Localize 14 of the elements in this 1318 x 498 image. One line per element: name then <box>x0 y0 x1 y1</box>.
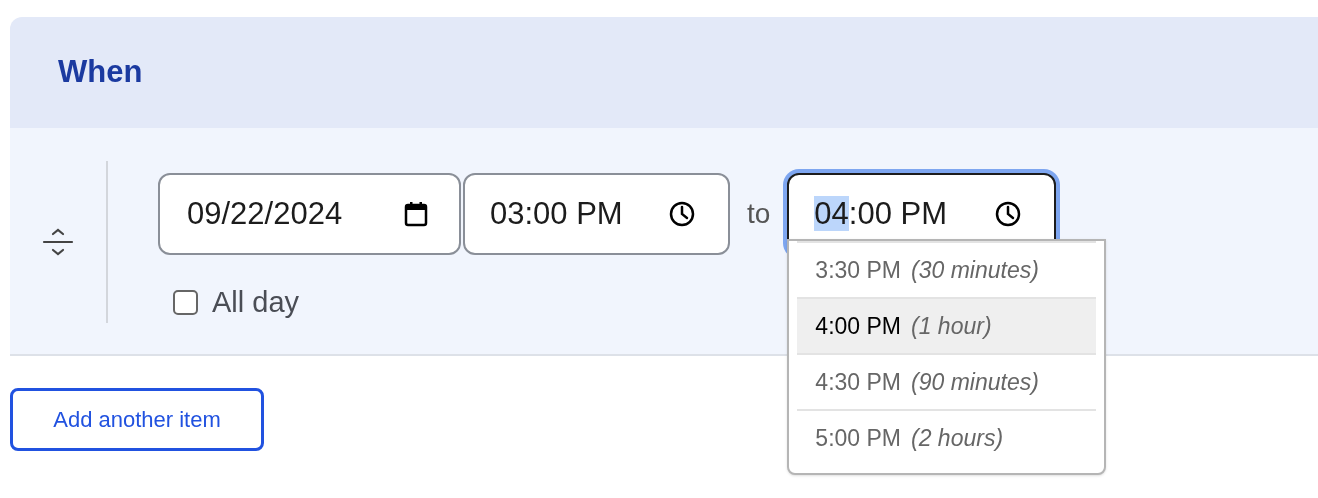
date-field[interactable]: 09/22/2024 <box>158 173 461 255</box>
clock-icon[interactable] <box>994 200 1023 228</box>
calendar-icon[interactable] <box>403 200 429 228</box>
to-label: to <box>747 197 771 231</box>
start-time-field[interactable]: 03:00 PM <box>463 173 730 255</box>
all-day-label: All day <box>212 285 300 320</box>
time-option[interactable]: 4:30 PM (90 minutes) <box>797 353 1097 409</box>
drag-handle-icon[interactable] <box>42 227 74 257</box>
clock-icon[interactable] <box>668 200 696 228</box>
section-title: When <box>58 53 143 92</box>
add-another-item-button[interactable]: Add another item <box>10 388 264 451</box>
all-day-checkbox[interactable] <box>173 290 198 316</box>
time-option[interactable]: 4:00 PM (1 hour) <box>797 297 1097 353</box>
time-option[interactable]: 5:00 PM (2 hours) <box>797 409 1097 465</box>
